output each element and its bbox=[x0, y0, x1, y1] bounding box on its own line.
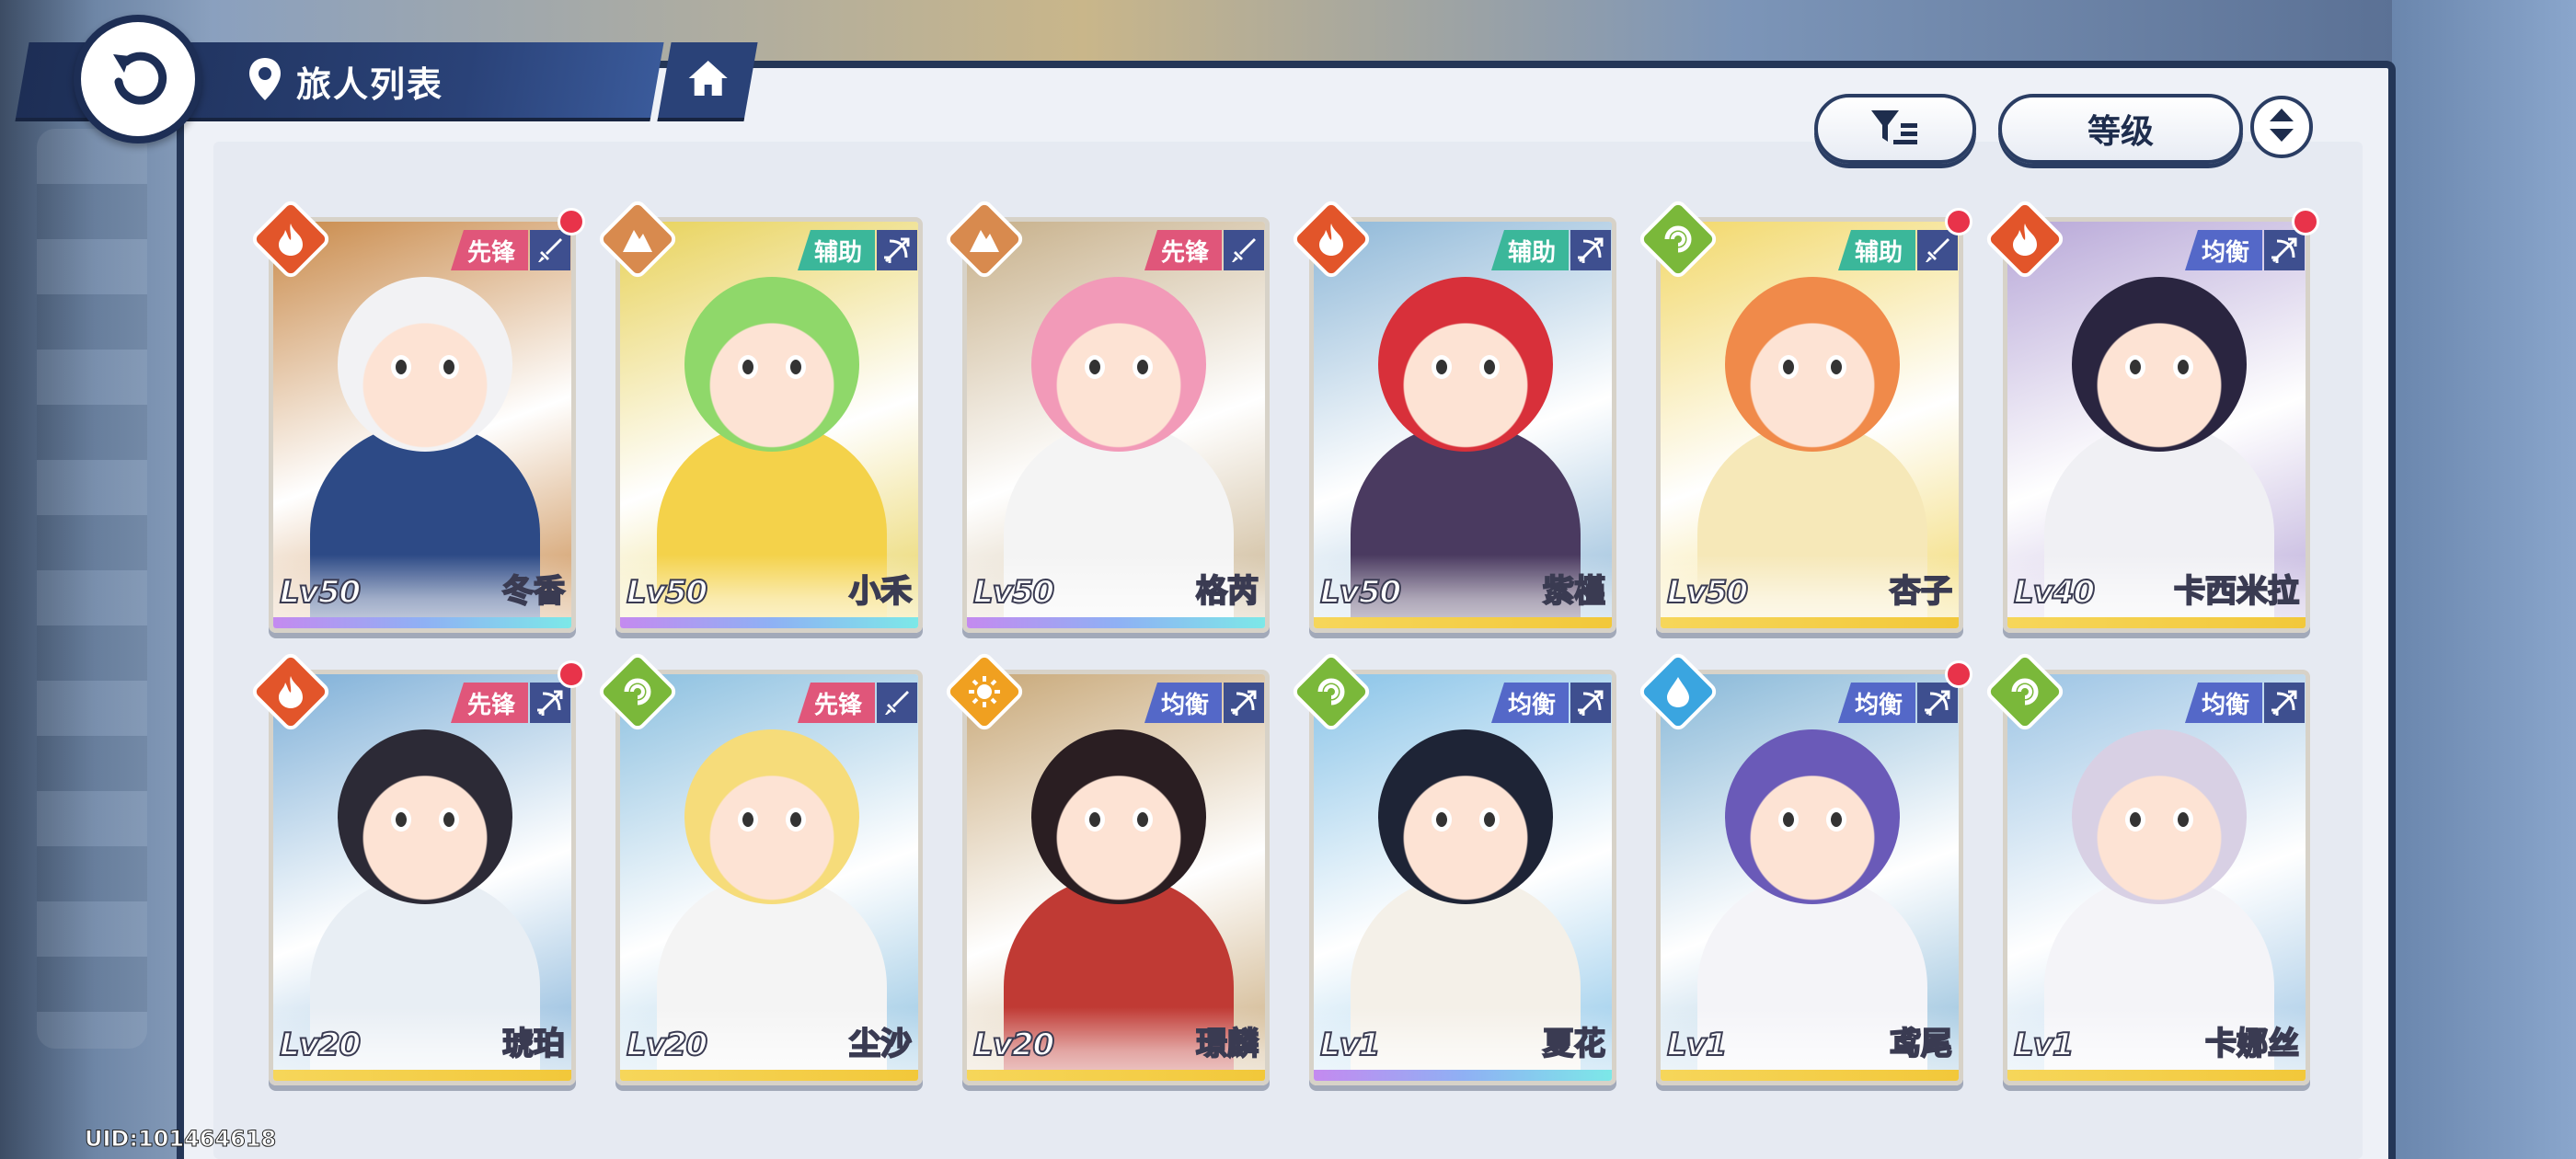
character-name: 鸢尾 bbox=[1889, 1025, 1953, 1063]
character-card[interactable]: Lv20 璟麟 均衡 bbox=[942, 649, 1270, 1085]
character-level: Lv50 bbox=[1666, 573, 1749, 612]
character-name: 杏子 bbox=[1889, 572, 1953, 611]
role-tag: 辅助 bbox=[1837, 230, 1915, 270]
sword-icon bbox=[877, 683, 917, 723]
new-indicator-dot bbox=[558, 660, 585, 688]
bow-icon bbox=[2264, 230, 2305, 270]
bow-icon bbox=[530, 683, 570, 723]
bow-icon bbox=[1570, 683, 1611, 723]
sword-icon bbox=[1917, 230, 1958, 270]
new-indicator-dot bbox=[558, 208, 585, 235]
character-name: 冬香 bbox=[501, 572, 566, 611]
character-card[interactable]: Lv50 冬香 先锋 bbox=[248, 197, 585, 633]
character-name: 卡西米拉 bbox=[2173, 572, 2300, 611]
new-indicator-dot bbox=[1945, 208, 1972, 235]
background-right bbox=[2392, 0, 2576, 1159]
role-tag: 均衡 bbox=[2184, 230, 2262, 270]
character-name: 夏花 bbox=[1542, 1025, 1606, 1063]
character-card[interactable]: Lv1 卡娜丝 均衡 bbox=[1983, 649, 2310, 1085]
back-button[interactable] bbox=[74, 15, 202, 143]
character-level: Lv40 bbox=[2013, 573, 2096, 612]
page-header: 旅人列表 bbox=[247, 52, 443, 110]
character-name: 紫槿 bbox=[1542, 572, 1606, 611]
character-level: Lv50 bbox=[972, 573, 1055, 612]
character-level: Lv1 bbox=[1666, 1026, 1728, 1064]
bow-icon bbox=[877, 230, 917, 270]
character-name: 琥珀 bbox=[501, 1025, 566, 1063]
character-level: Lv50 bbox=[1319, 573, 1402, 612]
character-card[interactable]: Lv50 杏子 辅助 bbox=[1636, 197, 1972, 633]
character-level: Lv1 bbox=[1319, 1026, 1381, 1064]
bow-icon bbox=[2264, 683, 2305, 723]
character-level: Lv50 bbox=[626, 573, 708, 612]
role-tag: 均衡 bbox=[1144, 683, 1222, 723]
new-indicator-dot bbox=[2292, 208, 2319, 235]
character-name: 尘沙 bbox=[848, 1025, 913, 1063]
role-tag: 先锋 bbox=[450, 683, 528, 723]
filter-icon bbox=[1869, 107, 1921, 151]
character-card[interactable]: Lv20 琥珀 先锋 bbox=[248, 649, 585, 1085]
role-tag: 均衡 bbox=[2184, 683, 2262, 723]
character-level: Lv20 bbox=[972, 1026, 1055, 1064]
role-tag: 先锋 bbox=[450, 230, 528, 270]
home-icon bbox=[682, 58, 733, 102]
character-card[interactable]: Lv1 夏花 均衡 bbox=[1289, 649, 1616, 1085]
character-card[interactable]: Lv50 小禾 辅助 bbox=[595, 197, 923, 633]
role-tag: 均衡 bbox=[1837, 683, 1915, 723]
character-name: 小禾 bbox=[848, 572, 913, 611]
character-level: Lv1 bbox=[2013, 1026, 2075, 1064]
new-indicator-dot bbox=[1945, 660, 1972, 688]
sword-icon bbox=[530, 230, 570, 270]
role-tag: 先锋 bbox=[1144, 230, 1222, 270]
sort-by-label: 等级 bbox=[2087, 113, 2154, 151]
bow-icon bbox=[1224, 683, 1264, 723]
sort-by-button[interactable]: 等级 bbox=[1998, 94, 2243, 164]
character-card[interactable]: Lv20 尘沙 先锋 bbox=[595, 649, 923, 1085]
home-button[interactable] bbox=[657, 42, 758, 121]
character-name: 格芮 bbox=[1195, 572, 1259, 611]
character-card[interactable]: Lv50 格芮 先锋 bbox=[942, 197, 1270, 633]
character-level: Lv20 bbox=[626, 1026, 708, 1064]
character-level: Lv20 bbox=[279, 1026, 362, 1064]
character-level: Lv50 bbox=[279, 573, 362, 612]
bow-icon bbox=[1917, 683, 1958, 723]
character-card[interactable]: Lv50 紫槿 辅助 bbox=[1289, 197, 1616, 633]
role-tag: 辅助 bbox=[797, 230, 875, 270]
sword-icon bbox=[1224, 230, 1264, 270]
page-title: 旅人列表 bbox=[296, 63, 444, 105]
role-tag: 均衡 bbox=[1490, 683, 1569, 723]
role-tag: 辅助 bbox=[1490, 230, 1569, 270]
bow-icon bbox=[1570, 230, 1611, 270]
character-name: 卡娜丝 bbox=[2204, 1025, 2300, 1063]
character-name: 璟麟 bbox=[1195, 1025, 1259, 1063]
sort-order-toggle[interactable] bbox=[2250, 96, 2313, 158]
sort-order-icon bbox=[2266, 105, 2297, 149]
location-pin-icon bbox=[247, 56, 283, 106]
uid-label: UID:101464618 bbox=[84, 1126, 277, 1153]
filter-button[interactable] bbox=[1814, 94, 1976, 164]
role-tag: 先锋 bbox=[797, 683, 875, 723]
character-card[interactable]: Lv1 鸢尾 均衡 bbox=[1636, 649, 1972, 1085]
character-card[interactable]: Lv40 卡西米拉 均衡 bbox=[1983, 197, 2319, 633]
back-arrow-icon bbox=[106, 45, 170, 113]
